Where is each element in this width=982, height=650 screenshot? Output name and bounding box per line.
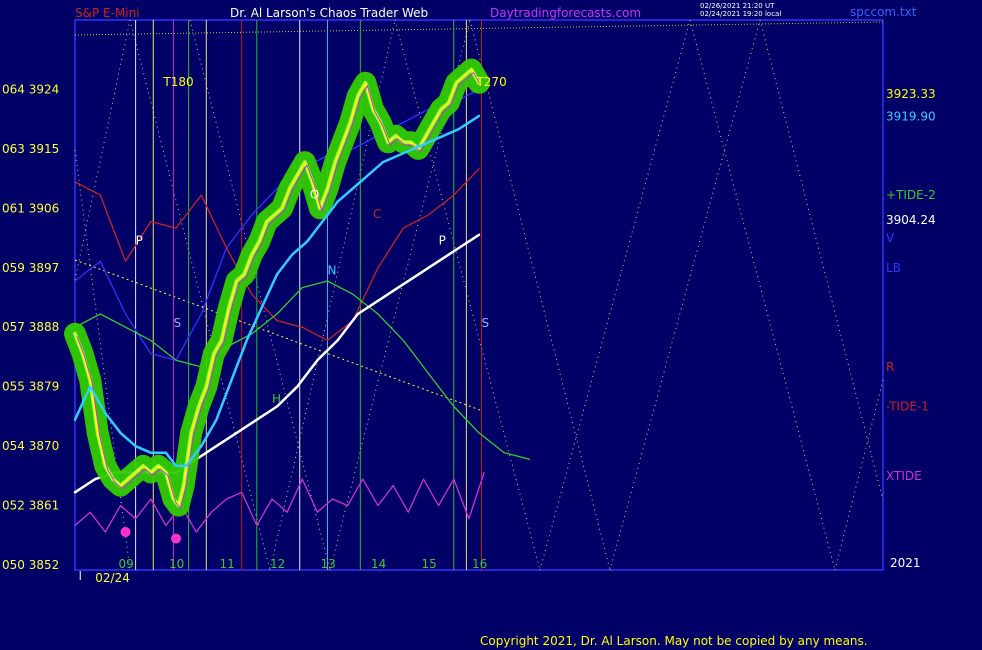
x-tick-label: 09 — [119, 557, 134, 571]
right-label: -TIDE-1 — [886, 399, 929, 413]
series-group — [64, 58, 982, 544]
right-label: +TIDE-2 — [886, 188, 936, 202]
diagonal-line — [689, 19, 836, 571]
y-tick-label: 064 3924 — [2, 82, 59, 96]
timing-lines — [135, 20, 483, 570]
x-tick-label: 10 — [169, 557, 184, 571]
date-label: 02/24 — [95, 571, 130, 585]
diagonal-line — [74, 19, 131, 281]
right-label: 3923.33 — [886, 87, 936, 101]
annotation-label: P — [439, 234, 446, 248]
low-marker — [120, 526, 131, 537]
top-trend-line — [74, 21, 884, 36]
chaos-trader-chart: T180T270T180PPPPSSSSOOCCNNHHMJR 064 3924… — [2, 2, 982, 585]
y-tick-label: 055 3879 — [2, 380, 59, 394]
axes-labels: 064 3924 063 3915 061 3906 059 3897 057 3888… — [2, 82, 936, 585]
annotation-label: H — [272, 392, 281, 406]
timestamp-1: 02/26/2021 21:20 UT — [700, 2, 775, 10]
right-label: R — [886, 360, 894, 374]
data-file: spccom.txt — [850, 5, 917, 19]
annotation-label: T180 — [162, 75, 193, 89]
annotation-label: N — [328, 263, 337, 277]
right-label: 3919.90 — [886, 110, 936, 124]
right-label: V — [886, 231, 895, 245]
diagonal-line — [539, 19, 691, 571]
timestamp-2: 02/24/2021 19:20 local — [700, 10, 781, 18]
series-line — [74, 280, 531, 460]
annotation-label: S — [482, 316, 490, 330]
series-line — [74, 471, 485, 533]
diagonal-line — [834, 379, 884, 571]
x-tick-label: 13 — [321, 557, 336, 571]
annotation-label: C — [373, 207, 381, 221]
x-tick-label: 12 — [270, 557, 285, 571]
x-tick-label: 15 — [422, 557, 437, 571]
right-label: XTIDE — [886, 469, 922, 483]
x-tick-label: 11 — [220, 557, 235, 571]
y-tick-label: 052 3861 — [2, 499, 59, 513]
diagonal-line — [469, 19, 611, 571]
annotation-label: S — [173, 316, 181, 330]
annotations: T180T270T180PPPPSSSSOOCCNNHHMJR — [136, 75, 507, 406]
x-tick-label: 16 — [472, 557, 487, 571]
series-line — [75, 89, 982, 360]
low-marker — [171, 533, 181, 544]
diagonal-line — [609, 19, 761, 571]
copyright-notice: Copyright 2021, Dr. Al Larson. May not b… — [480, 634, 868, 648]
diagonal-line — [189, 19, 331, 571]
author-title: Dr. Al Larson's Chaos Trader Web — [230, 6, 428, 20]
y-tick-label: 050 3852 — [2, 558, 59, 572]
diagonal-line — [759, 19, 884, 501]
right-label: 3904.24 — [886, 213, 936, 227]
y-tick-label: 061 3906 — [2, 201, 59, 215]
annotation-label: O — [310, 187, 319, 201]
year-label: 2021 — [890, 556, 921, 570]
site-title: Daytradingforecasts.com — [490, 6, 641, 20]
diagonal-line — [129, 19, 271, 571]
annotation-label: P — [136, 234, 143, 248]
x-tick-label: 14 — [371, 557, 386, 571]
right-label: LB — [886, 261, 901, 275]
y-tick-label: 059 3897 — [2, 261, 59, 275]
y-tick-label: 057 3888 — [2, 320, 59, 334]
y-tick-label: 054 3870 — [2, 439, 59, 453]
symbol-title: S&P E-Mini — [75, 6, 140, 20]
y-tick-label: 063 3915 — [2, 142, 59, 156]
annotation-label: T270 — [475, 75, 506, 89]
diagonal-line — [394, 19, 541, 571]
